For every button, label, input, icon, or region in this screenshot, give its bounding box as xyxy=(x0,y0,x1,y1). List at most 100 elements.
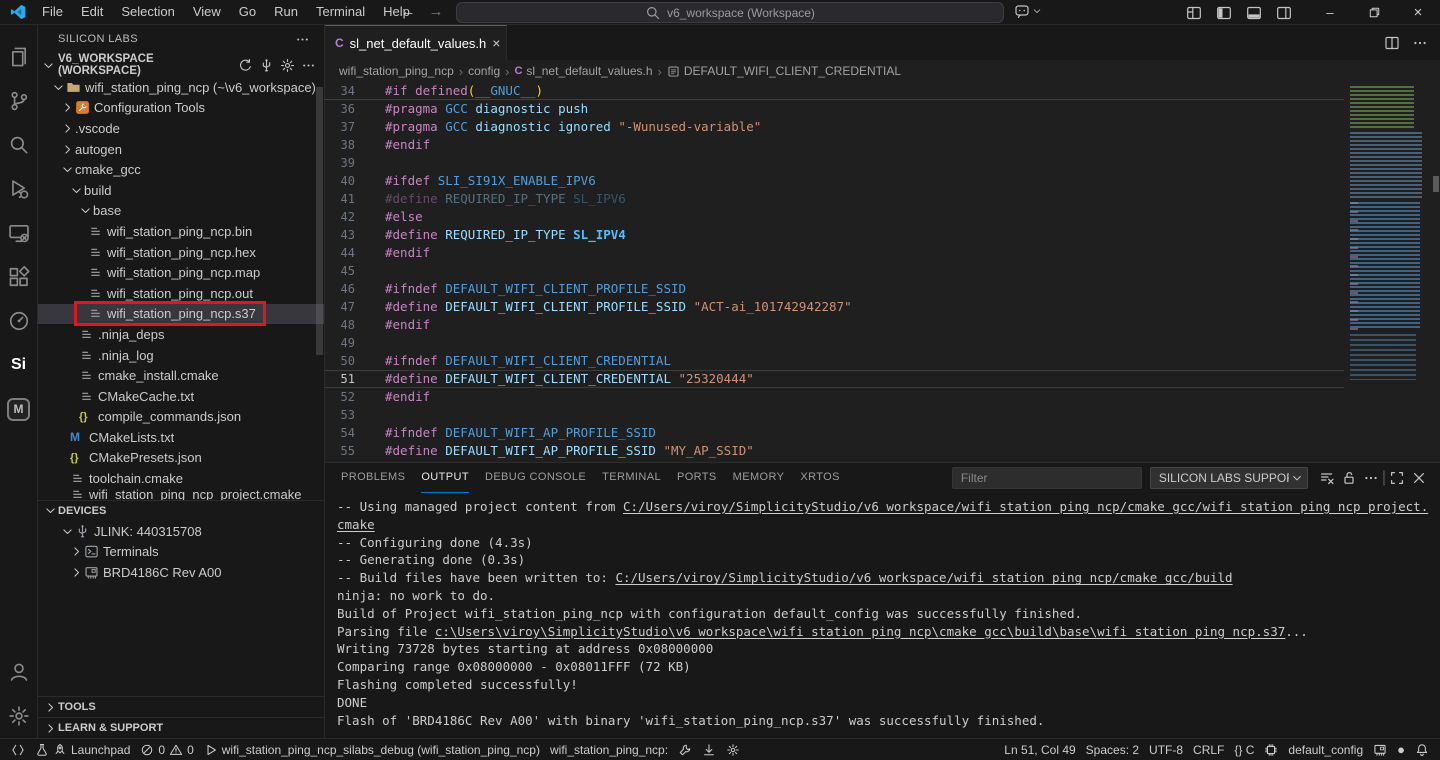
ellipsis-icon[interactable] xyxy=(1412,35,1428,51)
code-line-42[interactable]: 42#else xyxy=(325,208,1344,226)
statusbar-cursor-position[interactable]: Ln 51, Col 49 xyxy=(999,739,1080,760)
workspace-action-refresh-icon[interactable] xyxy=(236,58,255,73)
tree-item[interactable]: .ninja_deps xyxy=(38,324,324,345)
workspace-action-ellipsis-icon[interactable] xyxy=(299,58,318,73)
activity-remote-explorer[interactable] xyxy=(0,211,38,255)
statusbar-flash-tool[interactable] xyxy=(673,739,697,760)
tree-item[interactable]: {}compile_commands.json xyxy=(38,407,324,428)
statusbar-language-mode[interactable]: {} C xyxy=(1229,739,1259,760)
minimap[interactable] xyxy=(1344,82,1440,462)
tree-item[interactable]: toolchain.cmake xyxy=(38,468,324,489)
menu-go[interactable]: Go xyxy=(230,0,265,24)
back-button[interactable]: ← xyxy=(396,0,420,24)
panel-tab-output[interactable]: OUTPUT xyxy=(421,463,469,493)
tree-item[interactable]: wifi_station_ping_ncp.map xyxy=(38,262,324,283)
panel-ellipsis-icon[interactable] xyxy=(1360,470,1382,486)
code-line-50[interactable]: 50#ifndef DEFAULT_WIFI_CLIENT_CREDENTIAL xyxy=(325,352,1344,370)
workspace-action-usb-icon[interactable] xyxy=(257,58,276,73)
output-filter-input[interactable] xyxy=(952,467,1142,489)
tree-item[interactable]: .ninja_log xyxy=(38,345,324,366)
command-center-search[interactable]: v6_workspace (Workspace) xyxy=(456,2,1004,23)
tree-item[interactable]: cmake_gcc xyxy=(38,159,324,180)
statusbar-notifications[interactable] xyxy=(1410,739,1434,760)
activity-explorer[interactable] xyxy=(0,35,38,79)
activity-extensions[interactable] xyxy=(0,255,38,299)
code-line-49[interactable]: 49 xyxy=(325,334,1344,352)
tree-item[interactable]: .vscode xyxy=(38,118,324,139)
activity-run-and-debug[interactable] xyxy=(0,167,38,211)
breadcrumb-item[interactable]: Csl_net_default_values.h xyxy=(514,64,652,78)
code-line-47[interactable]: 47#define DEFAULT_WIFI_CLIENT_PROFILE_SS… xyxy=(325,298,1344,316)
sidebar-scrollbar[interactable] xyxy=(316,87,323,355)
menu-file[interactable]: File xyxy=(33,0,72,24)
activity-search[interactable] xyxy=(0,123,38,167)
tree-item[interactable]: base xyxy=(38,201,324,222)
panel-expand-icon[interactable] xyxy=(1386,470,1408,486)
activity-accounts[interactable] xyxy=(0,650,38,694)
panel-tab-ports[interactable]: PORTS xyxy=(677,463,717,493)
layout-customize-icon[interactable] xyxy=(1186,5,1202,21)
menu-selection[interactable]: Selection xyxy=(112,0,183,24)
code-line-52[interactable]: 52#endif xyxy=(325,388,1344,406)
menu-edit[interactable]: Edit xyxy=(72,0,112,24)
workspace-action-gear-icon[interactable] xyxy=(278,58,297,73)
split-icon[interactable] xyxy=(1384,35,1400,51)
editor-scrollbar[interactable] xyxy=(1433,176,1439,192)
output-channel-select[interactable]: SILICON LABS SUPPORT xyxy=(1150,467,1308,489)
code-line-34[interactable]: 34#if defined(__GNUC__) xyxy=(325,82,1344,100)
activity-silicon-labs[interactable]: Si xyxy=(0,343,38,387)
section-learn-support[interactable]: LEARN & SUPPORT xyxy=(38,717,324,738)
tree-item[interactable]: build xyxy=(38,180,324,201)
code-line-53[interactable]: 53 xyxy=(325,406,1344,424)
close-window-button[interactable]: × xyxy=(1396,0,1440,25)
statusbar-build-config[interactable]: default_config xyxy=(1283,739,1368,760)
tree-item[interactable]: wifi_station_ping_ncp.hex xyxy=(38,242,324,263)
statusbar-target-part[interactable] xyxy=(1259,739,1283,760)
panel-unlock-icon[interactable] xyxy=(1338,470,1360,486)
menu-run[interactable]: Run xyxy=(265,0,307,24)
tree-item[interactable]: {}CMakePresets.json xyxy=(38,448,324,469)
code-line-54[interactable]: 54#ifndef DEFAULT_WIFI_AP_PROFILE_SSID xyxy=(325,424,1344,442)
tab-close-icon[interactable]: × xyxy=(492,35,500,51)
panel-tab-debug-console[interactable]: DEBUG CONSOLE xyxy=(485,463,586,493)
code-line-48[interactable]: 48#endif xyxy=(325,316,1344,334)
code-line-45[interactable]: 45 xyxy=(325,262,1344,280)
statusbar-launchpad[interactable]: Launchpad xyxy=(30,739,135,760)
tree-item[interactable]: wifi_station_ping_ncp_project.cmake xyxy=(38,489,324,500)
layout-sidebar-left-icon[interactable] xyxy=(1216,5,1232,21)
output-link[interactable]: c:\Users\viroy\SimplicityStudio\v6_works… xyxy=(435,624,1285,639)
statusbar-project-prefix[interactable]: wifi_station_ping_ncp: xyxy=(545,739,673,760)
menu-terminal[interactable]: Terminal xyxy=(307,0,374,24)
tree-item[interactable]: Terminals xyxy=(38,541,324,562)
panel-tab-xrtos[interactable]: XRTOS xyxy=(800,463,840,493)
code-line-40[interactable]: 40#ifdef SLI_SI91X_ENABLE_IPV6 xyxy=(325,172,1344,190)
statusbar-debug-settings-tool[interactable] xyxy=(721,739,745,760)
code-line-43[interactable]: 43#define REQUIRED_IP_TYPE SL_IPV4 xyxy=(325,226,1344,244)
statusbar-indentation[interactable]: Spaces: 2 xyxy=(1081,739,1144,760)
statusbar-eol[interactable]: CRLF xyxy=(1188,739,1229,760)
tree-item[interactable]: autogen xyxy=(38,139,324,160)
tree-item[interactable]: JLINK: 440315708 xyxy=(38,521,324,542)
code-line-46[interactable]: 46#ifndef DEFAULT_WIFI_CLIENT_PROFILE_SS… xyxy=(325,280,1344,298)
copilot-button[interactable] xyxy=(1014,3,1042,19)
activity-mcu-tools[interactable]: M xyxy=(0,387,38,431)
breadcrumb-item[interactable]: DEFAULT_WIFI_CLIENT_CREDENTIAL xyxy=(667,64,901,78)
menu-view[interactable]: View xyxy=(184,0,230,24)
code-line-55[interactable]: 55#define DEFAULT_WIFI_AP_PROFILE_SSID "… xyxy=(325,442,1344,460)
tree-item[interactable]: wifi_station_ping_ncp.bin xyxy=(38,221,324,242)
statusbar-board-select[interactable] xyxy=(1368,739,1392,760)
activity-source-control[interactable] xyxy=(0,79,38,123)
code-line-51[interactable]: 51#define DEFAULT_WIFI_CLIENT_CREDENTIAL… xyxy=(325,370,1344,388)
tree-item[interactable]: Configuration Tools xyxy=(38,98,324,119)
panel-close-icon[interactable] xyxy=(1408,470,1430,486)
statusbar-debug-launch-config[interactable]: wifi_station_ping_ncp_silabs_debug (wifi… xyxy=(199,739,545,760)
code-line-44[interactable]: 44#endif xyxy=(325,244,1344,262)
tree-item[interactable]: wifi_station_ping_ncp.out xyxy=(38,283,324,304)
tree-item[interactable]: CMakeCache.txt xyxy=(38,386,324,407)
minimize-button[interactable]: – xyxy=(1308,0,1352,25)
statusbar-download-tool[interactable] xyxy=(697,739,721,760)
forward-button[interactable]: → xyxy=(424,0,448,24)
code-line-39[interactable]: 39 xyxy=(325,154,1344,172)
code-line-36[interactable]: 36#pragma GCC diagnostic push xyxy=(325,100,1344,118)
tree-item[interactable]: cmake_install.cmake xyxy=(38,365,324,386)
